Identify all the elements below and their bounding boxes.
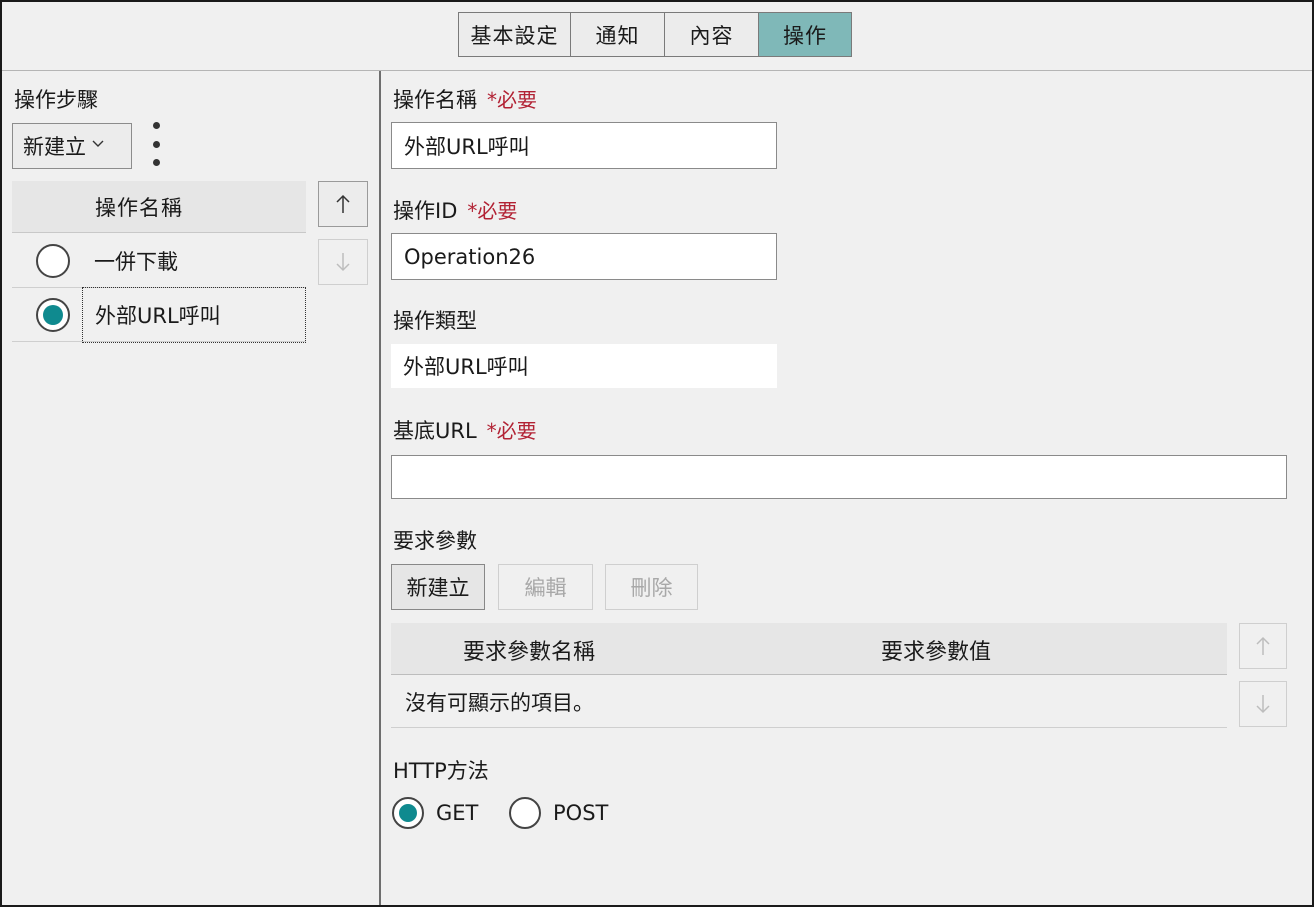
base-url-label-text: 基底URL (393, 419, 477, 443)
more-options-icon[interactable] (150, 122, 162, 166)
operation-name-label-text: 操作名稱 (393, 88, 477, 112)
post-label: POST (553, 801, 609, 825)
tab-notification[interactable]: 通知 (571, 13, 665, 56)
move-up-button[interactable] (318, 181, 368, 227)
operation-steps-title: 操作步驟 (14, 88, 98, 112)
http-method-label: HTTP方法 (393, 759, 489, 783)
arrow-down-icon (336, 253, 350, 272)
tab-operation[interactable]: 操作 (759, 13, 851, 56)
param-move-up-button[interactable] (1239, 623, 1287, 669)
operation-name-label: 操作名稱 *必要 (393, 84, 537, 114)
param-move-down-button[interactable] (1239, 681, 1287, 727)
get-radio[interactable] (392, 797, 424, 829)
params-table-empty-row: 沒有可顯示的項目。 (391, 676, 1227, 728)
get-label: GET (436, 801, 479, 825)
operation-id-input[interactable]: Operation26 (391, 233, 777, 280)
required-mark: *必要 (487, 88, 537, 112)
tab-content[interactable]: 內容 (665, 13, 759, 56)
params-table-header: 要求參數名稱 要求參數值 (391, 623, 1227, 675)
operation-id-label: 操作ID *必要 (393, 195, 517, 225)
operation-name-input[interactable]: 外部URL呼叫 (391, 122, 777, 169)
operation-radio[interactable] (36, 243, 70, 278)
http-method-get-option[interactable]: GET (392, 797, 478, 829)
required-mark: *必要 (467, 199, 518, 223)
operation-type-label: 操作類型 (393, 309, 477, 333)
http-method-post-option[interactable]: POST (509, 797, 608, 829)
delete-param-button[interactable]: 刪除 (605, 564, 698, 610)
arrow-down-icon (1256, 695, 1270, 714)
post-radio[interactable] (509, 797, 541, 829)
tab-bar: 基本設定 通知 內容 操作 (458, 12, 852, 57)
new-param-button[interactable]: 新建立 (391, 564, 485, 610)
operation-type-value: 外部URL呼叫 (391, 344, 777, 388)
new-operation-dropdown-label: 新建立 (23, 135, 86, 159)
header-separator (2, 70, 1312, 71)
param-value-column-header[interactable]: 要求參數值 (881, 634, 991, 666)
operation-item-label: 外部URL呼叫 (82, 286, 306, 343)
operation-list-item[interactable]: 一併下載 (12, 234, 306, 288)
arrow-up-icon (336, 194, 350, 213)
required-mark: *必要 (486, 419, 537, 443)
chevron-down-icon (92, 140, 104, 147)
operation-radio-selected[interactable] (36, 297, 70, 332)
edit-param-button[interactable]: 編輯 (498, 564, 593, 610)
operation-id-label-text: 操作ID (393, 199, 458, 223)
request-params-title: 要求參數 (393, 529, 477, 553)
tab-basic-settings[interactable]: 基本設定 (459, 13, 571, 56)
arrow-up-icon (1256, 636, 1270, 655)
base-url-label: 基底URL *必要 (393, 415, 537, 445)
new-operation-dropdown[interactable]: 新建立 (12, 123, 132, 169)
operation-item-label: 一併下載 (94, 249, 178, 274)
base-url-input[interactable] (391, 455, 1287, 499)
move-down-button[interactable] (318, 239, 368, 285)
operation-list-header: 操作名稱 (12, 181, 306, 233)
pane-divider[interactable] (379, 71, 381, 905)
param-name-column-header[interactable]: 要求參數名稱 (463, 634, 595, 666)
operation-list-item-selected[interactable]: 外部URL呼叫 (12, 286, 306, 343)
